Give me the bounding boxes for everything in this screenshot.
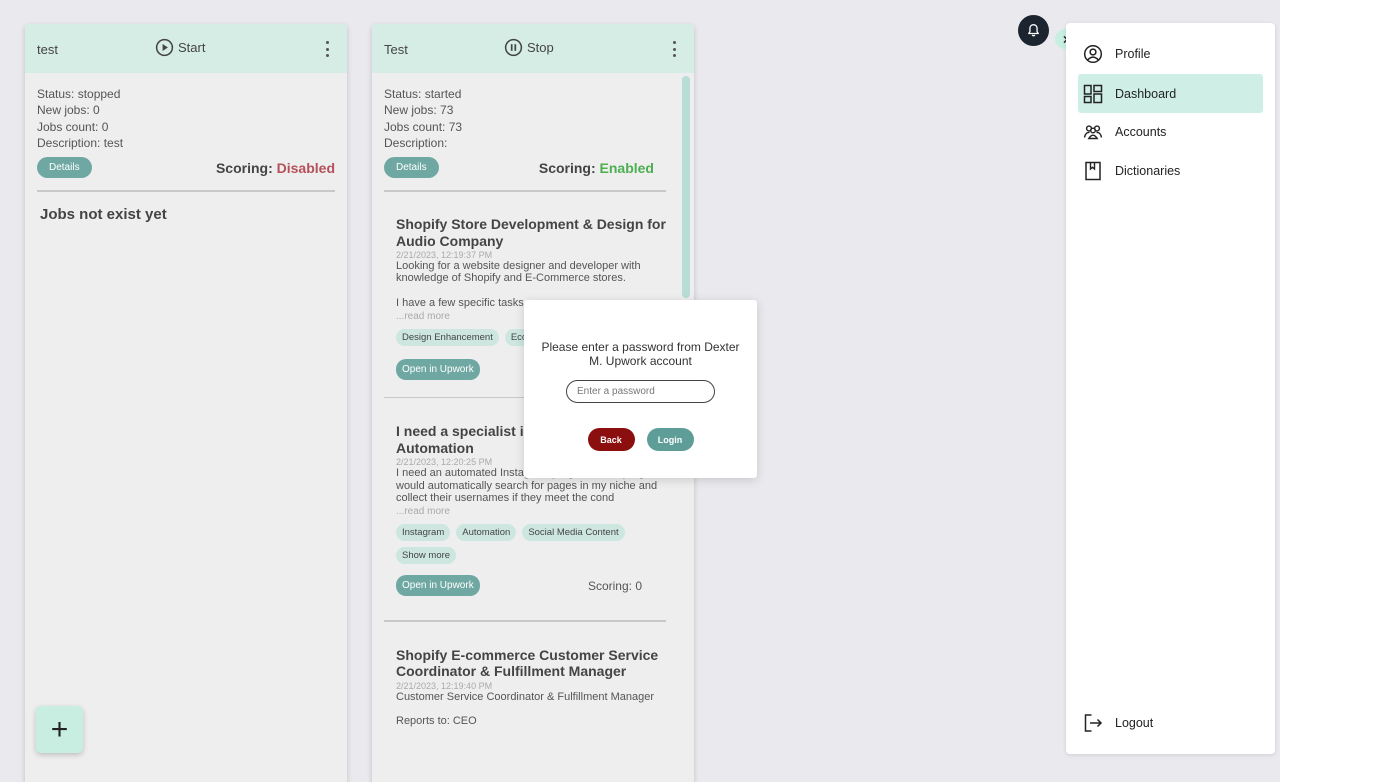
- login-button[interactable]: Login: [646, 428, 694, 451]
- description-text: Description:: [384, 135, 448, 150]
- job-title[interactable]: Shopify Store Development & Design for A…: [396, 216, 670, 249]
- logout-icon: [1084, 713, 1103, 732]
- sidebar-item-label: Dashboard: [1115, 86, 1177, 101]
- scoring-value: Enabled: [599, 159, 654, 176]
- column-info: Status: stopped New jobs: 0 Jobs count: …: [25, 73, 347, 151]
- column-info: Status: started New jobs: 73 Jobs count:…: [372, 73, 694, 151]
- sidebar-item-profile[interactable]: Profile: [1078, 34, 1263, 73]
- job-tag[interactable]: Automation: [456, 524, 517, 542]
- column-name: test: [37, 42, 58, 57]
- open-in-upwork-button[interactable]: Open in Upwork: [396, 358, 480, 380]
- scoring-status: Scoring: Enabled: [539, 160, 654, 176]
- details-button[interactable]: Details: [384, 157, 439, 179]
- start-label: Start: [178, 40, 206, 55]
- divider: [384, 190, 666, 193]
- sidebar-item-dictionaries[interactable]: Dictionaries: [1078, 151, 1263, 190]
- back-button[interactable]: Back: [587, 428, 635, 451]
- logout-button[interactable]: Logout: [1078, 703, 1263, 742]
- scoring-value: Disabled: [276, 159, 335, 176]
- sidebar-item-accounts[interactable]: Accounts: [1078, 112, 1263, 151]
- password-input[interactable]: [566, 380, 715, 403]
- app-root: test Start Status: stopped New jobs: 0 J…: [0, 0, 1280, 782]
- sidebar: Profile Dashboard Accounts Dictionaries …: [1066, 23, 1275, 754]
- status-text: Status: stopped: [37, 87, 121, 101]
- divider: [37, 190, 335, 193]
- new-jobs-text: New jobs: 0: [37, 103, 100, 118]
- show-more-tags[interactable]: Show more: [396, 547, 457, 565]
- column-header: Test Stop: [372, 24, 694, 73]
- column-name: Test: [384, 42, 408, 57]
- job-title[interactable]: Shopify E-commerce Customer Service Coor…: [396, 647, 670, 680]
- pause-circle-icon: [504, 38, 523, 57]
- jobs-count-text: Jobs count: 0: [37, 119, 109, 134]
- password-dialog: Please enter a password from Dexter M. U…: [524, 300, 757, 478]
- new-jobs-text: New jobs: 73: [384, 103, 454, 118]
- job-card: Shopify E-commerce Customer Service Coor…: [372, 647, 694, 727]
- jobs-count-text: Jobs count: 73: [384, 119, 463, 134]
- job-tag[interactable]: Instagram: [396, 524, 451, 542]
- dictionary-icon: [1085, 161, 1101, 180]
- job-description-extra: Reports to: CEO: [396, 714, 477, 727]
- scoring-status: Scoring: Disabled: [216, 160, 335, 176]
- open-in-upwork-button[interactable]: Open in Upwork: [396, 575, 480, 597]
- read-more-link[interactable]: ...read more: [396, 506, 670, 517]
- empty-state-text: Jobs not exist yet: [40, 206, 167, 224]
- job-score: Scoring: 0: [587, 578, 642, 593]
- stop-button[interactable]: Stop: [504, 38, 554, 57]
- job-tags: Instagram Automation Social Media Conten…: [396, 524, 670, 565]
- dialog-message: Please enter a password from Dexter M. U…: [541, 340, 740, 368]
- job-separator: [384, 620, 666, 622]
- job-description: Customer Service Coordinator & Fulfillme…: [396, 690, 654, 703]
- dashboard-icon: [1083, 84, 1103, 103]
- more-vert-icon[interactable]: [668, 40, 680, 58]
- job-tag[interactable]: Design Enhancement: [396, 328, 499, 346]
- bell-icon: [1028, 24, 1039, 37]
- column-header: test Start: [25, 24, 347, 73]
- description-text: Description: test: [37, 135, 124, 150]
- play-circle-icon: [155, 38, 174, 57]
- start-button[interactable]: Start: [155, 38, 205, 57]
- job-date: 2/21/2023, 12:19:37 PM: [396, 250, 493, 261]
- status-text: Status: started: [384, 87, 462, 101]
- profile-icon: [1083, 44, 1103, 63]
- add-button[interactable]: +: [36, 706, 83, 753]
- scoring-label: Scoring:: [538, 159, 596, 176]
- notifications-button[interactable]: [1018, 15, 1049, 46]
- accounts-icon: [1083, 124, 1103, 139]
- scoring-label: Scoring:: [215, 159, 273, 176]
- logout-label: Logout: [1115, 715, 1154, 730]
- sidebar-item-label: Dictionaries: [1115, 163, 1181, 178]
- sidebar-item-label: Profile: [1115, 46, 1151, 61]
- sidebar-item-dashboard[interactable]: Dashboard: [1078, 74, 1263, 113]
- more-vert-icon[interactable]: [321, 40, 333, 58]
- job-date: 2/21/2023, 12:19:40 PM: [396, 680, 493, 691]
- pipeline-column: test Start Status: stopped New jobs: 0 J…: [25, 24, 347, 782]
- stop-label: Stop: [527, 40, 554, 55]
- job-description: Looking for a website designer and devel…: [396, 260, 641, 285]
- sidebar-item-label: Accounts: [1115, 124, 1167, 139]
- details-button[interactable]: Details: [37, 157, 92, 179]
- job-tag[interactable]: Social Media Content: [522, 524, 625, 542]
